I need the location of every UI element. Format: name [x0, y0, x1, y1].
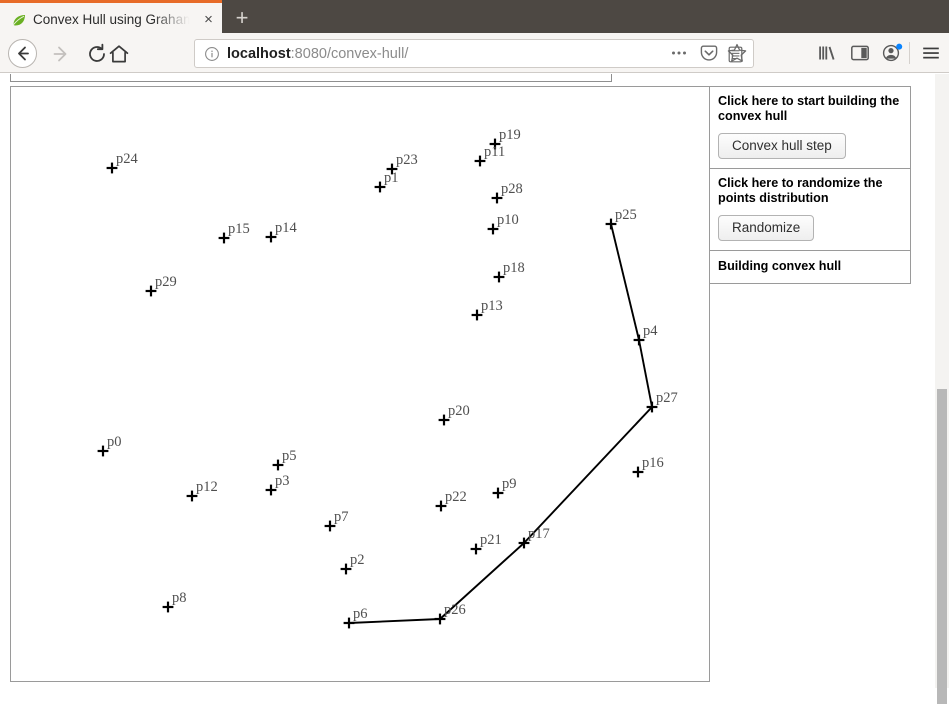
point-label: p0 [107, 434, 122, 450]
point-label: p15 [228, 221, 250, 237]
hull-polyline [348, 223, 653, 624]
panel-section-randomize: Click here to randomize the points distr… [710, 169, 910, 251]
point-label: p29 [155, 274, 177, 290]
url-text[interactable]: localhost:8080/convex-hull/ [227, 44, 408, 64]
point-label: p2 [350, 552, 365, 568]
close-icon[interactable]: × [200, 11, 217, 28]
back-arrow-icon[interactable] [8, 39, 37, 68]
step-instructions: Click here to start building the convex … [718, 94, 900, 123]
scrolled-off-panel [10, 74, 612, 82]
sidebar-icon[interactable] [849, 42, 871, 64]
point-label: p9 [502, 476, 517, 492]
home-icon[interactable] [107, 42, 131, 66]
page-viewport: p0 p1 p2 p3 p4 p5 p6 p7 p8 p9 p10 p11 p12 p13 p14 p15 p1… [0, 74, 935, 688]
hamburger-menu-icon[interactable] [920, 42, 942, 64]
randomize-button[interactable]: Randomize [718, 215, 815, 241]
point-label: p28 [501, 181, 523, 197]
randomize-instructions: Click here to randomize the points distr… [718, 176, 883, 205]
url-host: localhost [227, 46, 291, 62]
hull-edge [610, 223, 640, 341]
tab-strip: Convex Hull using Graham Scan × + [0, 0, 949, 33]
hull-edge [523, 406, 653, 544]
point-label: p19 [499, 127, 521, 143]
point-label: p25 [615, 207, 637, 223]
url-path: :8080/convex-hull/ [290, 46, 409, 62]
browser-window: Convex Hull using Graham Scan × + [0, 0, 949, 704]
pocket-icon[interactable] [698, 42, 720, 64]
point-label: p11 [484, 144, 506, 160]
point-label: p5 [282, 448, 297, 464]
convex-hull-step-button[interactable]: Convex hull step [718, 133, 846, 159]
point-label: p8 [172, 590, 187, 606]
toolbar-divider [909, 42, 910, 64]
point-label: p21 [480, 532, 502, 548]
hull-edge [638, 339, 653, 408]
point-label: p24 [116, 151, 138, 167]
library-icon[interactable] [816, 42, 838, 64]
info-circle-icon[interactable] [204, 46, 220, 62]
status-text: Building convex hull [710, 251, 910, 284]
point-label: p1 [384, 170, 399, 186]
point-label: p14 [275, 220, 297, 236]
new-tab-button[interactable]: + [228, 4, 256, 33]
vertical-scrollbar-thumb[interactable] [937, 389, 947, 704]
tab-convex-hull[interactable]: Convex Hull using Graham Scan × [0, 0, 222, 33]
point-label: p6 [353, 606, 368, 622]
reload-icon[interactable] [85, 42, 109, 66]
leaf-icon [11, 12, 27, 28]
point-label: p4 [643, 323, 658, 339]
account-icon[interactable] [881, 42, 903, 64]
point-label: p23 [396, 152, 418, 168]
forward-arrow-icon[interactable] [50, 42, 74, 66]
point-label: p22 [445, 489, 467, 505]
point-label: p27 [656, 390, 678, 406]
point-label: p3 [275, 473, 290, 489]
point-label: p18 [503, 260, 525, 276]
point-label: p16 [642, 455, 664, 471]
page-actions-ellipsis-icon[interactable] [668, 42, 690, 64]
convex-hull-plot [97, 138, 658, 629]
point-label: p10 [497, 212, 519, 228]
point-label: p17 [528, 526, 550, 542]
point-label: p13 [481, 298, 503, 314]
point-label: p12 [196, 479, 218, 495]
panel-section-step: Click here to start building the convex … [710, 87, 910, 169]
point-label: p20 [448, 403, 470, 419]
point-markers [97, 138, 658, 629]
point-label: p7 [334, 509, 349, 525]
control-panel: Click here to start building the convex … [709, 86, 911, 284]
tab-title: Convex Hull using Graham Scan [33, 12, 191, 27]
vertical-scrollbar-track[interactable] [935, 74, 949, 704]
convex-hull-canvas[interactable]: p0 p1 p2 p3 p4 p5 p6 p7 p8 p9 p10 p11 p12 p13 p14 p15 p1… [10, 86, 710, 682]
point-label: p26 [444, 602, 466, 618]
bookmark-star-icon[interactable] [726, 42, 748, 64]
